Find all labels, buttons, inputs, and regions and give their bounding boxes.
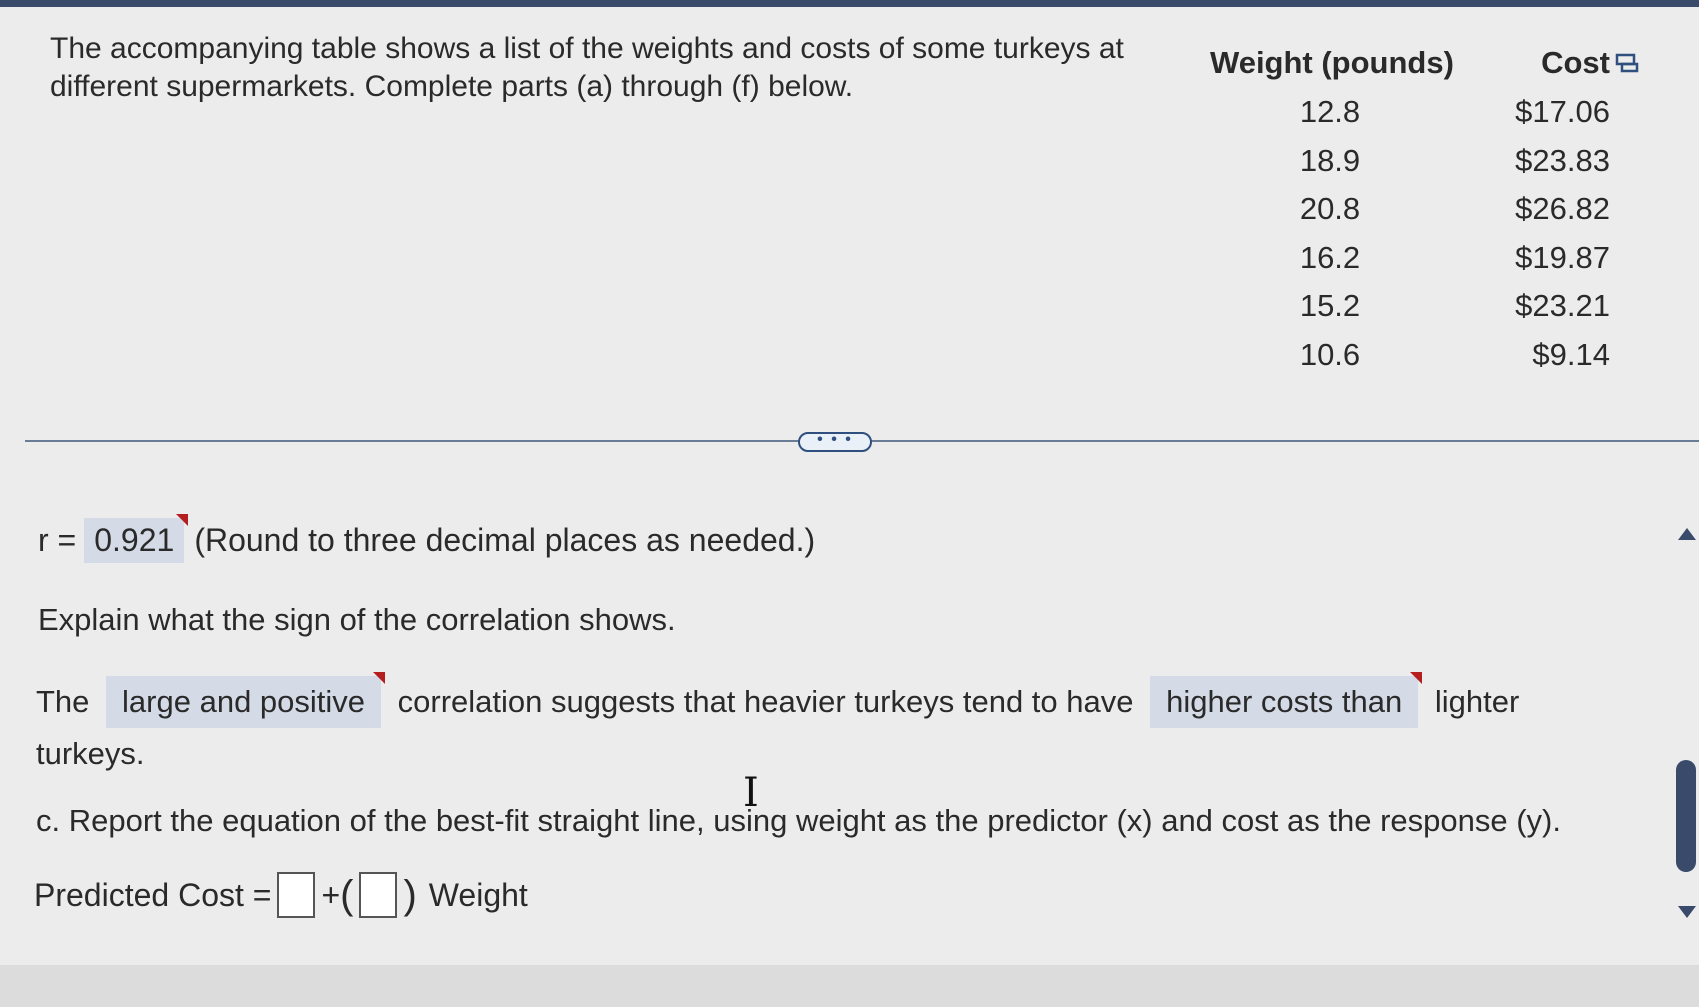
table-row: 18.9 $23.83 [1210,137,1680,186]
predicted-cost-equation: Predicted Cost = + ( ) Weight [34,872,528,918]
cost-cell: $23.21 [1515,288,1610,324]
cost-cell: $19.87 [1515,239,1610,275]
weight-cell: 12.8 [1299,94,1361,130]
weight-cell: 15.2 [1299,288,1361,324]
table-row: 15.2 $23.21 [1210,282,1680,331]
weight-label: Weight [428,876,528,913]
header-cost: Cost [1541,45,1610,80]
explain-prompt: Explain what the sign of the correlation… [38,602,676,637]
weight-cell: 20.8 [1299,191,1361,227]
data-table: Weight (pounds) Cost 12.8 $17.06 18.9 $2… [1210,38,1680,379]
weight-cell: 16.2 [1299,239,1361,275]
correlation-dropdown[interactable]: large and positive [106,672,386,728]
r-value: 0.921 [94,522,175,558]
part-c-prompt: c. Report the equation of the best-fit s… [36,803,1561,838]
open-paren: ( [340,872,354,917]
table-row: 12.8 $17.06 [1210,88,1680,137]
table-row: 10.6 $9.14 [1210,331,1680,380]
scroll-down-icon[interactable] [1678,906,1696,918]
table-row: 20.8 $26.82 [1210,185,1680,234]
cost-cell: $17.06 [1515,94,1610,130]
cost-cell: $9.14 [1532,336,1610,372]
scroll-up-icon[interactable] [1678,528,1696,540]
weight-cell: 10.6 [1299,336,1361,372]
incorrect-flag-icon [176,514,189,526]
close-paren: ) [403,872,417,917]
comparison-dropdown[interactable]: higher costs than [1150,672,1423,728]
correlation-dropdown-value: large and positive [122,684,366,719]
table-header: Weight (pounds) Cost [1210,38,1680,88]
top-bar [0,0,1699,7]
r-rounding-note: (Round to three decimal places as needed… [194,522,816,558]
sentence-part2: correlation suggests that heavier turkey… [397,684,1134,719]
scrollbar[interactable] [1672,520,1699,920]
predicted-label: Predicted Cost = [34,876,272,913]
comparison-dropdown-value: higher costs than [1166,684,1403,719]
text-cursor-icon: I [743,770,759,816]
correlation-sentence: The large and positive correlation sugge… [36,672,1596,780]
plus-sign: + [321,876,341,913]
table-row: 16.2 $19.87 [1210,234,1680,283]
r-label: r = [38,522,77,558]
question-panel: The accompanying table shows a list of t… [0,0,1699,965]
incorrect-flag-icon [1410,672,1423,684]
question-intro: The accompanying table shows a list of t… [50,32,1124,103]
expand-more-button[interactable]: • • • [798,432,872,452]
scroll-thumb[interactable] [1676,760,1696,872]
r-answer-box[interactable]: 0.921 [84,514,189,563]
header-weight: Weight (pounds) [1210,45,1454,80]
r-answer-line: r = 0.921 (Round to three decimal places… [38,514,816,563]
incorrect-flag-icon [373,672,386,684]
cost-cell: $23.83 [1515,142,1610,178]
intercept-input[interactable] [277,872,316,918]
popout-icon[interactable] [1615,52,1639,74]
slope-input[interactable] [359,872,398,918]
weight-cell: 18.9 [1299,142,1361,178]
cost-cell: $26.82 [1515,191,1610,227]
sentence-part1: The [36,684,90,719]
